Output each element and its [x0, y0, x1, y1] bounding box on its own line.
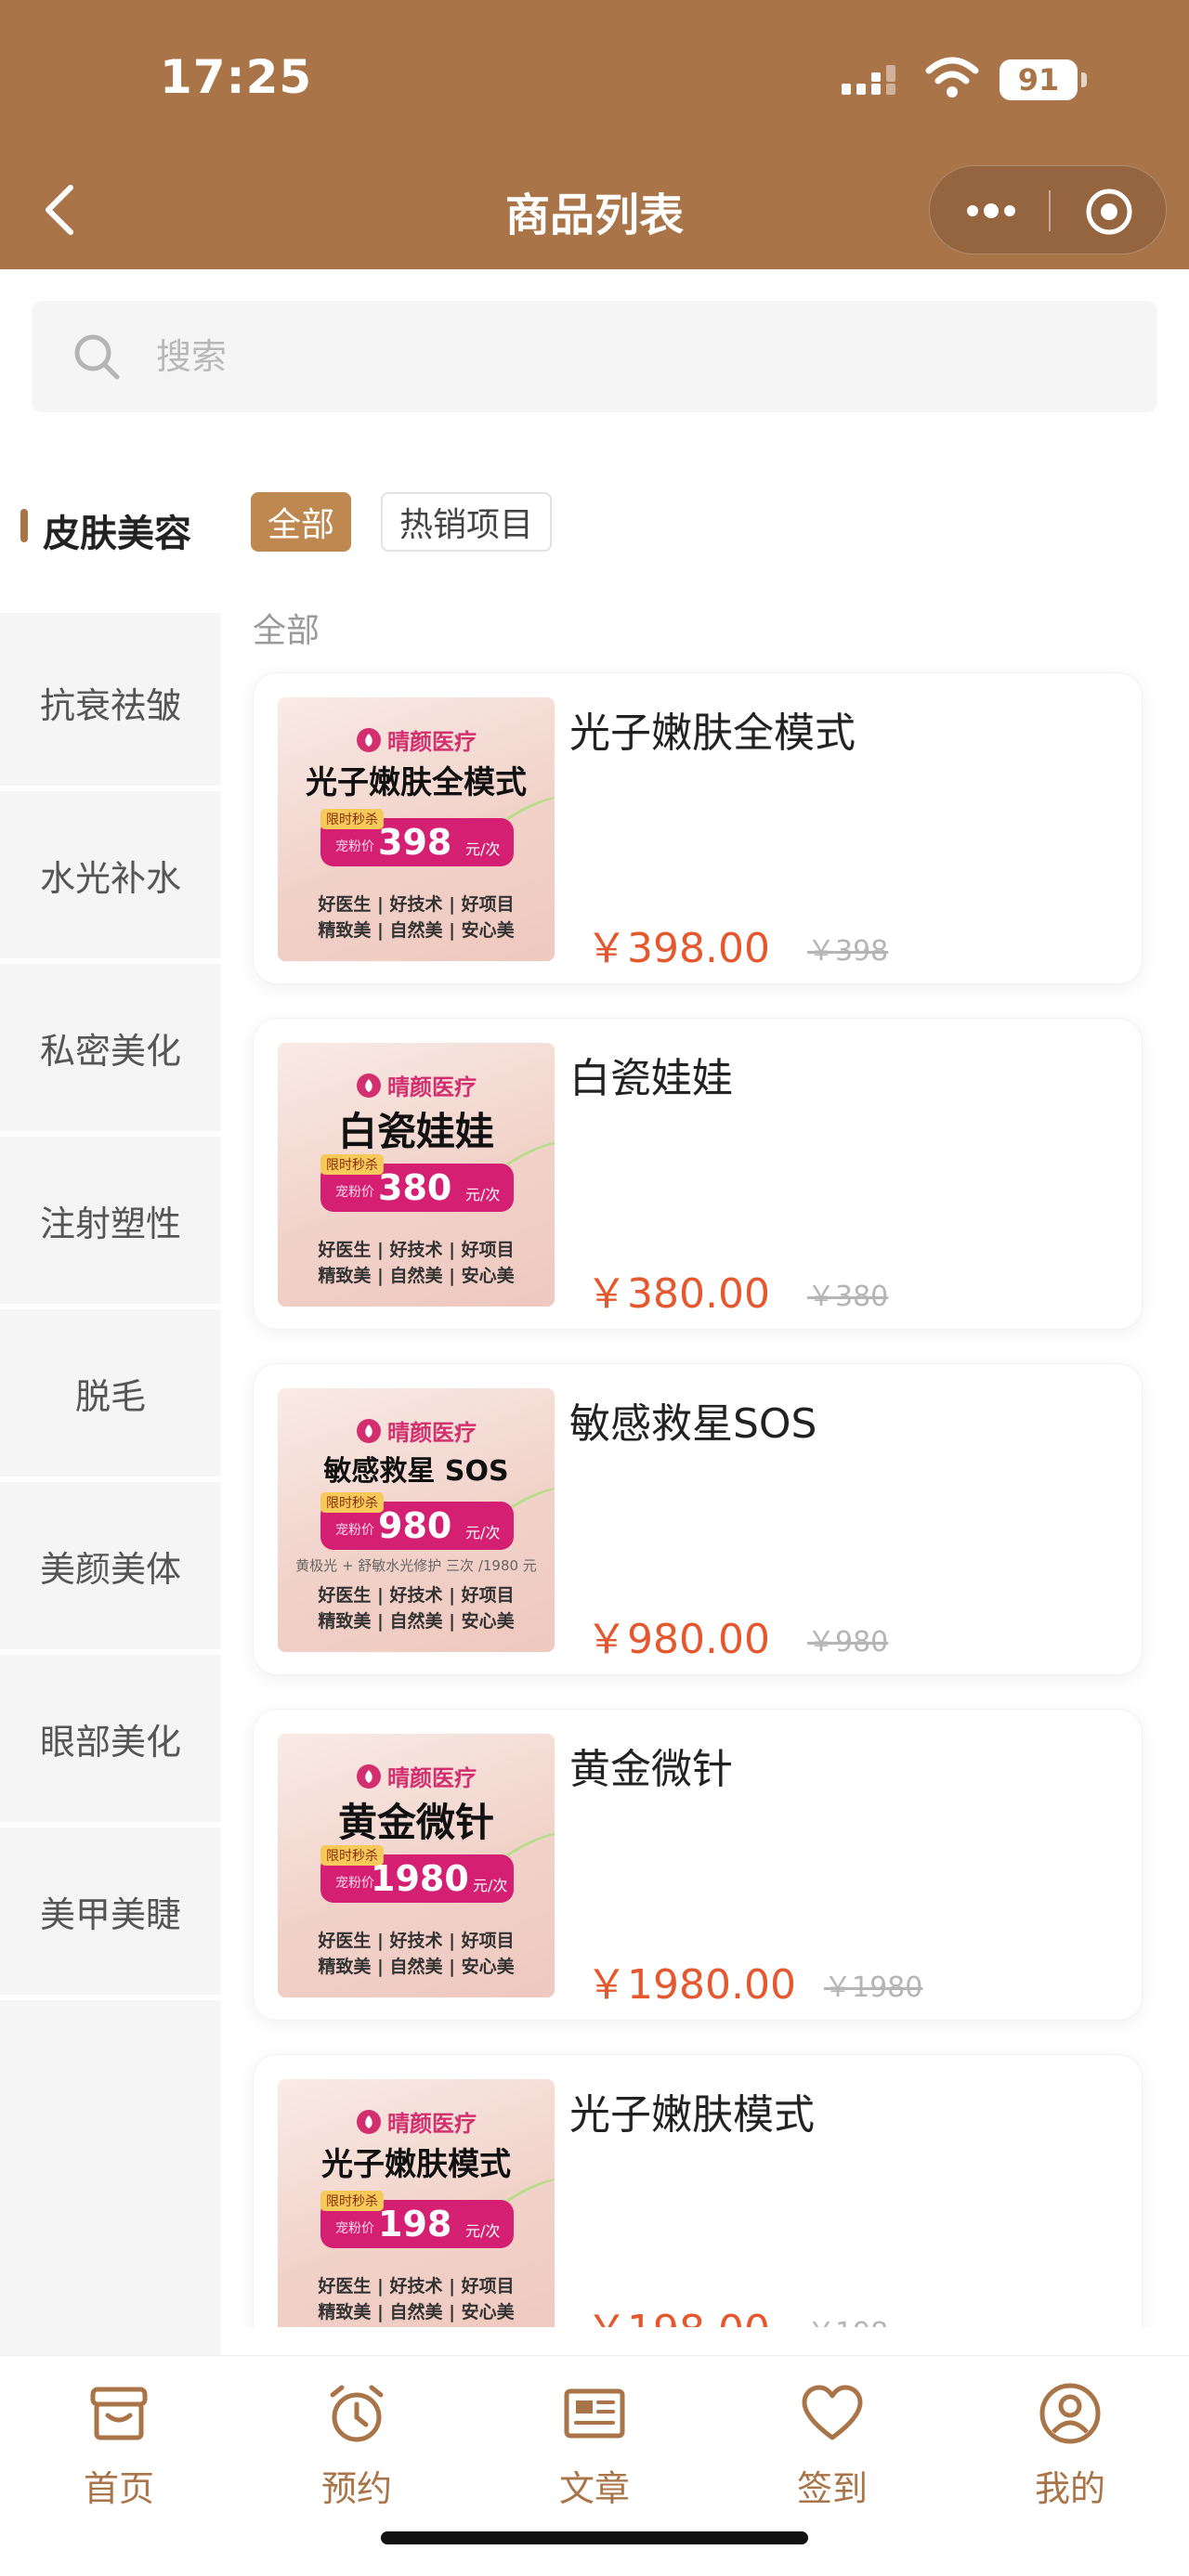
thumb-brand: 晴颜医疗 [278, 1414, 555, 1447]
thumb-title: 光子嫩肤全模式 [306, 764, 527, 801]
product-original-price: ￥380 [807, 1281, 889, 1313]
tab-article[interactable]: 文章 [511, 2380, 678, 2519]
close-target-icon[interactable] [1084, 187, 1134, 237]
product-price: ￥980.00 [586, 1616, 770, 1663]
wifi-icon [925, 57, 979, 98]
thumb-price-pill: 限时秒杀 宠粉价 1980 元/次 [320, 1845, 514, 1903]
product-card[interactable]: 晴颜医疗 光子嫩肤模式 限时秒杀 宠粉价 198 元/次 好医生 | 好技术 |… [253, 2054, 1143, 2327]
thumb-price-pill: 限时秒杀 宠粉价 980 元/次 [320, 1492, 514, 1550]
filter-tag-all[interactable]: 全部 [251, 492, 352, 552]
section-title: 全部 [253, 612, 320, 650]
sidebar-item[interactable]: 眼部美化 [0, 1655, 221, 1822]
thumb-brand: 晴颜医疗 [278, 723, 555, 756]
search-input[interactable] [156, 325, 1085, 388]
tab-checkin[interactable]: 签到 [749, 2380, 916, 2519]
product-title: 光子嫩肤全模式 [569, 709, 856, 757]
product-original-price: ￥980 [807, 1626, 889, 1659]
brand-logo-icon [357, 1073, 381, 1098]
product-original-price: ￥198 [807, 2309, 888, 2327]
battery-icon: 91 [1000, 59, 1087, 100]
product-card[interactable]: 晴颜医疗 黄金微针 限时秒杀 宠粉价 1980 元/次 好医生 | 好技术 | … [253, 1709, 1143, 2021]
mini-program-capsule [929, 165, 1167, 254]
thumb-price-pill: 限时秒杀 宠粉价 398 元/次 [320, 809, 514, 866]
product-thumbnail: 晴颜医疗 光子嫩肤全模式 限时秒杀 宠粉价 398 元/次 好医生 | 好技术 … [278, 697, 555, 961]
tab-profile[interactable]: 我的 [986, 2380, 1154, 2519]
alarm-clock-icon [330, 2385, 384, 2442]
sidebar-item[interactable]: 水光补水 [0, 791, 221, 958]
product-original-price: ￥1980 [824, 1971, 923, 2004]
thumb-title: 光子嫩肤模式 [321, 2146, 511, 2183]
active-indicator [20, 509, 28, 542]
heart-icon [802, 2385, 863, 2440]
product-thumbnail: 晴颜医疗 敏感救星 SOS 限时秒杀 宠粉价 980 元/次 黄极光 + 舒敏水… [278, 1388, 555, 1652]
sidebar-item[interactable]: 美颜美体 [0, 1482, 221, 1649]
product-price: ￥380.00 [586, 1270, 770, 1318]
header: 17:25 91 商品列表 [0, 0, 1189, 269]
battery-level: 91 [1000, 59, 1078, 100]
product-card[interactable]: 晴颜医疗 敏感救星 SOS 限时秒杀 宠粉价 980 元/次 黄极光 + 舒敏水… [253, 1363, 1143, 1675]
filter-tag-hot[interactable]: 热销项目 [381, 492, 553, 552]
user-avatar-icon [1039, 2383, 1101, 2444]
product-card[interactable]: 晴颜医疗 光子嫩肤全模式 限时秒杀 宠粉价 398 元/次 好医生 | 好技术 … [253, 672, 1143, 984]
product-title: 白瓷娃娃 [569, 1055, 733, 1102]
product-card[interactable]: 晴颜医疗 白瓷娃娃 限时秒杀 宠粉价 380 元/次 好医生 | 好技术 | 好… [253, 1018, 1143, 1330]
newspaper-icon [564, 2388, 625, 2439]
thumb-brand: 晴颜医疗 [278, 2105, 555, 2138]
sidebar-item[interactable]: 美甲美睫 [0, 1828, 221, 1995]
sidebar-item[interactable]: 私密美化 [0, 964, 221, 1131]
product-title: 黄金微针 [569, 1746, 733, 1793]
thumb-brand: 晴颜医疗 [278, 1069, 555, 1101]
product-list: 晴颜医疗 光子嫩肤全模式 限时秒杀 宠粉价 398 元/次 好医生 | 好技术 … [221, 650, 1189, 2327]
thumb-title: 白瓷娃娃 [337, 1109, 494, 1154]
category-sidebar: 皮肤美容 抗衰祛皱 水光补水 私密美化 注射塑性 脱毛 美颜美体 眼部美化 美甲… [0, 446, 221, 2359]
product-title: 光子嫩肤模式 [569, 2091, 815, 2139]
sidebar-item[interactable]: 脱毛 [0, 1309, 221, 1477]
search-icon [74, 334, 120, 380]
thumb-title: 黄金微针 [337, 1800, 494, 1845]
brand-logo-icon [357, 727, 381, 752]
sidebar-item-active[interactable]: 皮肤美容 [0, 446, 221, 613]
home-indicator [381, 2531, 808, 2544]
product-price: ￥1980.00 [586, 1961, 796, 2009]
product-thumbnail: 晴颜医疗 光子嫩肤模式 限时秒杀 宠粉价 198 元/次 好医生 | 好技术 |… [278, 2079, 555, 2327]
sidebar-item-label: 皮肤美容 [43, 513, 191, 555]
tab-home[interactable]: 首页 [35, 2380, 203, 2519]
product-original-price: ￥398 [807, 935, 889, 968]
brand-logo-icon [357, 1763, 381, 1789]
more-dots-icon[interactable] [963, 194, 1019, 228]
search-bar[interactable] [32, 301, 1157, 412]
product-price: ￥398.00 [586, 925, 770, 972]
brand-logo-icon [357, 1418, 381, 1443]
brand-logo-icon [357, 2109, 381, 2134]
product-thumbnail: 晴颜医疗 白瓷娃娃 限时秒杀 宠粉价 380 元/次 好医生 | 好技术 | 好… [278, 1043, 555, 1307]
product-price: ￥198.00 [586, 2296, 770, 2327]
sidebar-item[interactable]: 抗衰祛皱 [0, 618, 221, 786]
thumb-price-pill: 限时秒杀 宠粉价 380 元/次 [320, 1154, 514, 1212]
product-title: 敏感救星SOS [569, 1400, 817, 1448]
product-thumbnail: 晴颜医疗 黄金微针 限时秒杀 宠粉价 1980 元/次 好医生 | 好技术 | … [278, 1734, 555, 1997]
thumb-title: 敏感救星 SOS [323, 1455, 509, 1488]
tab-appointment[interactable]: 预约 [273, 2380, 440, 2519]
cellular-signal-icon [842, 65, 895, 95]
thumb-brand: 晴颜医疗 [278, 1760, 555, 1792]
thumb-price-pill: 限时秒杀 宠粉价 198 元/次 [320, 2191, 514, 2248]
sidebar-item[interactable]: 注射塑性 [0, 1137, 221, 1304]
app-root: 17:25 91 商品列表 搜索 皮肤美容 抗衰祛皱 水光补水 私密美化 注射塑… [0, 0, 1189, 2576]
status-time: 17:25 [160, 50, 313, 104]
store-icon [90, 2387, 148, 2440]
